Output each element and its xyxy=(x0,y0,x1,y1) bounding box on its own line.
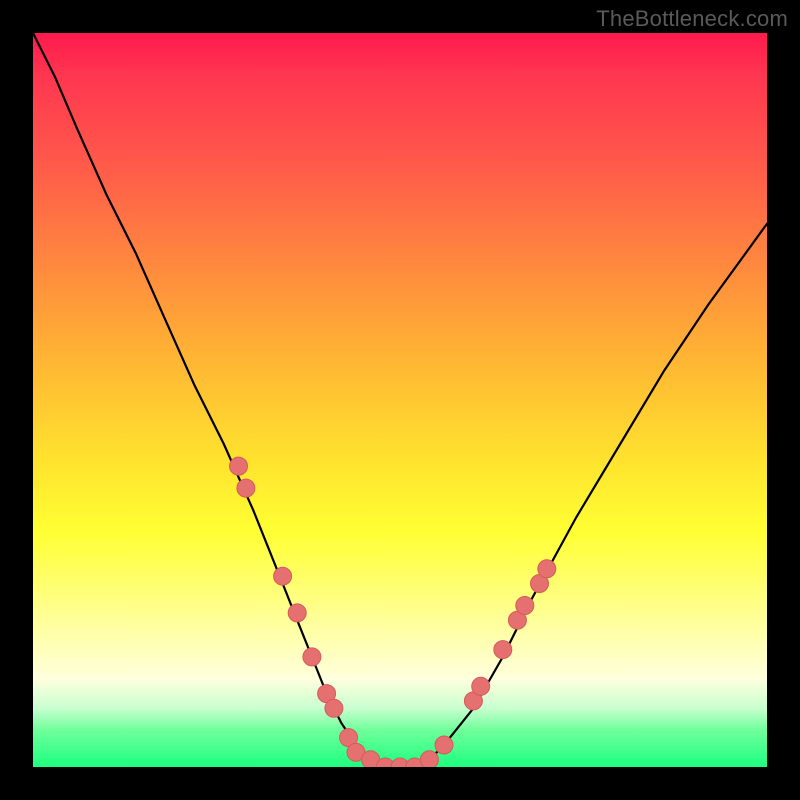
data-marker xyxy=(288,604,306,622)
data-marker xyxy=(435,736,453,754)
watermark-text: TheBottleneck.com xyxy=(596,6,788,32)
data-marker xyxy=(472,677,490,695)
data-marker xyxy=(230,457,248,475)
plot-area xyxy=(33,33,767,767)
chart-frame: TheBottleneck.com xyxy=(0,0,800,800)
data-marker xyxy=(237,479,255,497)
markers-group xyxy=(230,457,556,767)
data-marker xyxy=(420,751,438,767)
data-marker xyxy=(325,699,343,717)
data-marker xyxy=(538,560,556,578)
chart-svg xyxy=(33,33,767,767)
data-marker xyxy=(516,597,534,615)
data-marker xyxy=(274,567,292,585)
data-marker xyxy=(303,648,321,666)
bottleneck-curve xyxy=(33,33,767,767)
data-marker xyxy=(494,641,512,659)
